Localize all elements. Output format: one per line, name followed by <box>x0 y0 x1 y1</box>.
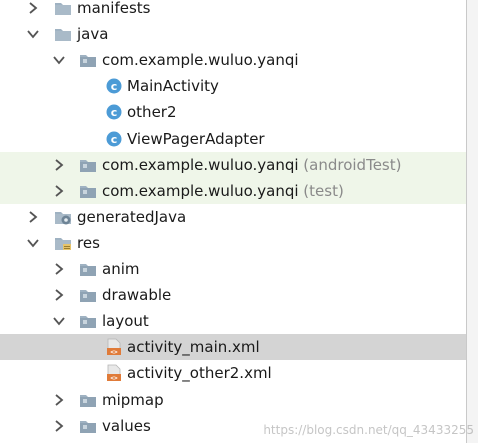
tree-item-other2[interactable]: c other2 <box>0 99 466 125</box>
tree-item-label: activity_main.xml <box>127 338 260 357</box>
tree-item-label: layout <box>102 312 149 331</box>
chevron-right-icon[interactable] <box>52 288 66 302</box>
tree-item-text: activity_main.xml <box>127 334 260 360</box>
chevron-right-icon[interactable] <box>52 184 66 198</box>
tree-item-layout[interactable]: layout <box>0 308 466 334</box>
chevron-down-icon[interactable] <box>52 314 66 328</box>
folder-icon <box>54 0 72 17</box>
tree-item-mainactivity[interactable]: c MainActivity <box>0 73 466 99</box>
tree-item-label: com.example.wuluo.yanqi <box>102 155 299 174</box>
tree-item-java[interactable]: java <box>0 21 466 47</box>
chevron-right-icon[interactable] <box>52 262 66 276</box>
package-folder-icon <box>79 51 97 69</box>
svg-text:c: c <box>111 106 118 119</box>
tree-item-text: manifests <box>77 0 151 21</box>
tree-item-label: mipmap <box>102 390 164 409</box>
tree-item-label: MainActivity <box>127 77 219 96</box>
package-folder-icon <box>79 260 97 278</box>
chevron-right-icon[interactable] <box>52 158 66 172</box>
tree-item-label: other2 <box>127 103 177 122</box>
package-folder-icon <box>79 286 97 304</box>
chevron-down-icon[interactable] <box>26 236 40 250</box>
xml-file-icon: <> <box>105 364 123 382</box>
tree-item-generatedjava[interactable]: generatedJava <box>0 204 466 230</box>
resource-folder-icon <box>54 234 72 252</box>
package-folder-icon <box>79 156 97 174</box>
xml-file-icon: <> <box>105 338 123 356</box>
java-class-icon: c <box>105 77 123 95</box>
tree-item-label: drawable <box>102 286 172 305</box>
chevron-right-icon[interactable] <box>52 393 66 407</box>
generated-folder-icon <box>54 208 72 226</box>
tree-item-text: java <box>77 21 108 47</box>
watermark: https://blog.csdn.net/qq_43433255 <box>263 423 474 437</box>
chevron-right-icon[interactable] <box>26 210 40 224</box>
vertical-scrollbar[interactable] <box>467 0 478 443</box>
chevron-right-icon[interactable] <box>26 1 40 15</box>
java-class-icon: c <box>105 103 123 121</box>
folder-icon <box>54 25 72 43</box>
package-folder-icon <box>79 182 97 200</box>
tree-item-label: manifests <box>77 0 151 17</box>
java-class-icon: c <box>105 130 123 148</box>
svg-text:<>: <> <box>110 375 118 382</box>
tree-item-text: activity_other2.xml <box>127 360 272 386</box>
chevron-down-icon[interactable] <box>26 27 40 41</box>
tree-item-text: ViewPagerAdapter <box>127 126 265 152</box>
svg-text:c: c <box>111 80 118 93</box>
tree-item-text: com.example.wuluo.yanqi (test) <box>102 178 344 204</box>
package-folder-icon <box>79 391 97 409</box>
tree-item-text: res <box>77 230 100 256</box>
tree-item-source-set: (test) <box>298 181 344 200</box>
tree-item-label: com.example.wuluo.yanqi <box>102 181 299 200</box>
tree-item-com-example-wuluo-yanqi[interactable]: com.example.wuluo.yanqi <box>0 47 466 73</box>
tree-item-label: java <box>77 25 109 44</box>
tree-item-label: com.example.wuluo.yanqi <box>102 51 299 70</box>
svg-text:c: c <box>111 133 118 146</box>
tree-item-text: other2 <box>127 99 177 125</box>
tree-item-label: activity_other2.xml <box>127 364 272 383</box>
tree-item-manifests[interactable]: manifests <box>0 0 466 21</box>
tree-item-text: layout <box>102 308 149 334</box>
tree-item-viewpageradapter[interactable]: c ViewPagerAdapter <box>0 126 466 152</box>
tree-item-label: values <box>102 416 151 435</box>
tree-item-text: MainActivity <box>127 73 219 99</box>
tree-item-activity-other2-xml[interactable]: <> activity_other2.xml <box>0 360 466 386</box>
tree-item-text: drawable <box>102 282 171 308</box>
tree-item-text: com.example.wuluo.yanqi <box>102 47 299 73</box>
tree-item-mipmap[interactable]: mipmap <box>0 387 466 413</box>
tree-item-label: generatedJava <box>77 207 187 226</box>
tree-item-label: res <box>77 233 100 252</box>
tree-item-label: ViewPagerAdapter <box>127 129 265 148</box>
tree-item-com-example-wuluo-yanqi-androidtest[interactable]: com.example.wuluo.yanqi (androidTest) <box>0 151 466 178</box>
package-folder-icon <box>79 312 97 330</box>
tree-item-text: anim <box>102 256 139 282</box>
chevron-down-icon[interactable] <box>52 53 66 67</box>
tree-item-text: mipmap <box>102 387 164 413</box>
project-tree: manifests java com.example.wuluo.yanqi c Mai… <box>0 0 466 443</box>
tree-item-anim[interactable]: anim <box>0 256 466 282</box>
tree-item-com-example-wuluo-yanqi-test[interactable]: com.example.wuluo.yanqi (test) <box>0 177 466 204</box>
package-folder-icon <box>79 417 97 435</box>
tree-item-label: anim <box>102 260 140 278</box>
tree-item-source-set: (androidTest) <box>298 155 402 174</box>
tree-item-drawable[interactable]: drawable <box>0 282 466 308</box>
tree-item-activity-main-xml[interactable]: <> activity_main.xml <box>0 334 466 361</box>
tree-item-res[interactable]: res <box>0 230 466 256</box>
tree-item-text: values <box>102 413 151 439</box>
svg-text:<>: <> <box>110 349 118 356</box>
tree-item-text: com.example.wuluo.yanqi (androidTest) <box>102 152 401 178</box>
tree-item-text: generatedJava <box>77 204 186 230</box>
chevron-right-icon[interactable] <box>52 419 66 433</box>
